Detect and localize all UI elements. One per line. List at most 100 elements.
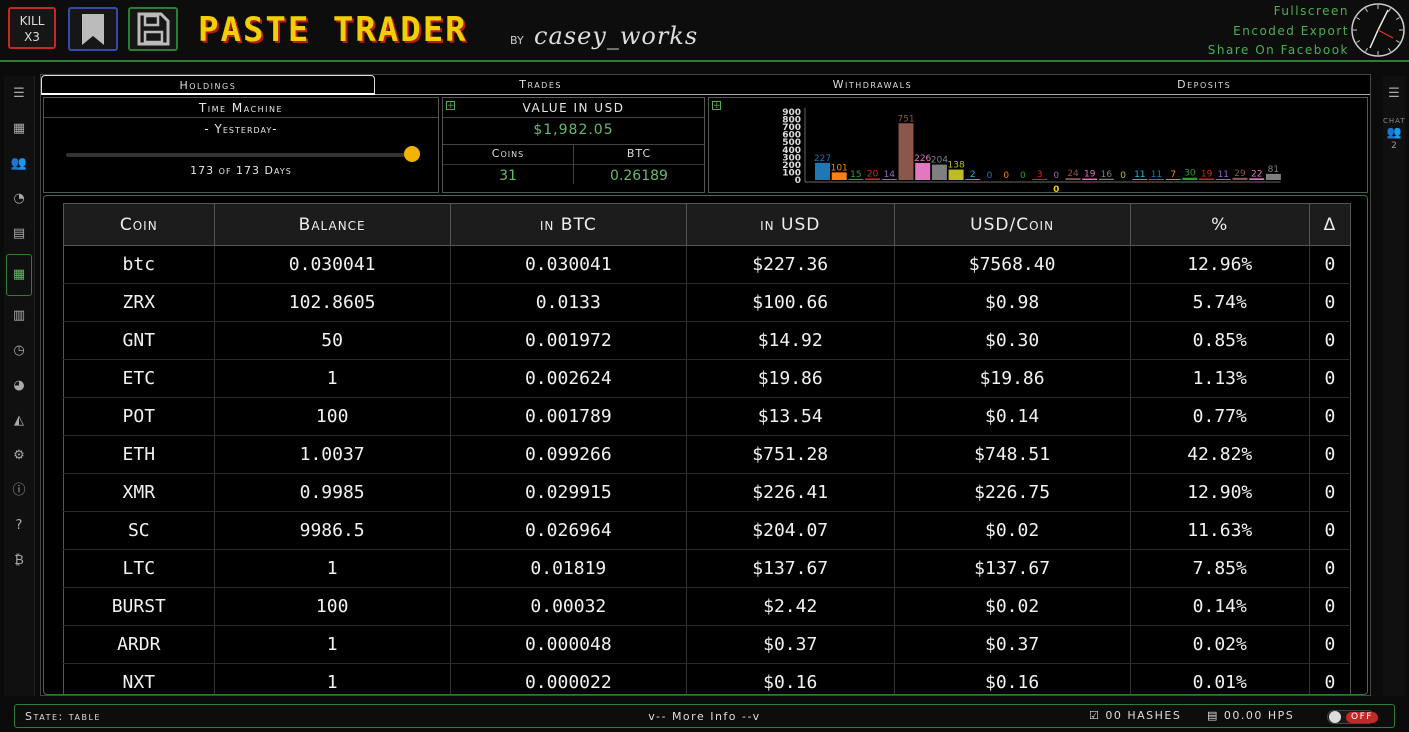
chart-bar[interactable]: [831, 172, 847, 180]
bar-value-label: 0: [1020, 171, 1026, 181]
info-icon[interactable]: ⓘ: [6, 476, 32, 506]
share-facebook-link[interactable]: Share On Facebook: [1208, 41, 1349, 61]
save-button[interactable]: [128, 7, 178, 51]
coins-cell: Coins 31: [443, 144, 573, 184]
pdf-icon[interactable]: ▤: [6, 219, 32, 249]
cell-balance: 0.9985: [213, 473, 451, 512]
table-row[interactable]: ZRX 102.8605 0.0133 $100.66 $0.98 5.74% 0: [63, 283, 1352, 322]
server-icon: ▤: [1207, 709, 1219, 722]
cell-in-btc: 0.000048: [449, 625, 687, 664]
col-in-btc[interactable]: in BTC: [449, 203, 687, 246]
time-slider-track[interactable]: [66, 153, 412, 157]
cell-coin: XMR: [63, 473, 215, 512]
col-balance[interactable]: Balance: [213, 203, 451, 246]
table-row[interactable]: ETC 1 0.002624 $19.86 $19.86 1.13% 0: [63, 359, 1352, 398]
below-axis-label: 0: [1053, 185, 1059, 192]
table-row[interactable]: POT 100 0.001789 $13.54 $0.14 0.77% 0: [63, 397, 1352, 436]
btc-label: BTC: [626, 147, 652, 160]
chat-users-icon[interactable]: 👥: [1383, 125, 1405, 139]
table-row[interactable]: ETH 1.0037 0.099266 $751.28 $748.51 42.82% 0: [63, 435, 1352, 474]
table-row[interactable]: SC 9986.5 0.026964 $204.07 $0.02 11.63% 0: [63, 511, 1352, 550]
cell-delta: 0: [1308, 663, 1352, 694]
chart-bar[interactable]: [815, 162, 830, 180]
cell-delta: 0: [1308, 359, 1352, 398]
history-icon[interactable]: ◷: [6, 336, 32, 366]
brand-by: BY: [510, 34, 524, 47]
expand-icon[interactable]: +: [446, 101, 455, 111]
menu-icon[interactable]: ☰: [6, 79, 32, 109]
bookmark-button[interactable]: [68, 7, 118, 51]
dashboard-icon[interactable]: ◔: [6, 184, 32, 214]
cell-balance: 100: [213, 587, 451, 626]
table-row[interactable]: btc 0.030041 0.030041 $227.36 $7568.40 12.96%…: [63, 245, 1352, 284]
table-icon[interactable]: ▦: [6, 254, 32, 296]
cell-in-usd: $13.54: [685, 397, 895, 436]
col-usd-per-coin[interactable]: USD/Coin: [893, 203, 1131, 246]
cell-in-usd: $751.28: [685, 435, 895, 474]
cell-balance: 1: [213, 625, 451, 664]
pie-chart-icon[interactable]: ◕: [6, 371, 32, 401]
tab-holdings[interactable]: Holdings: [41, 75, 375, 95]
bar-value-label: 11: [1151, 170, 1162, 180]
table-row[interactable]: GNT 50 0.001972 $14.92 $0.30 0.85% 0: [63, 321, 1352, 360]
table-row[interactable]: LTC 1 0.01819 $137.67 $137.67 7.85% 0: [63, 549, 1352, 588]
bar-value-label: 29: [1234, 169, 1246, 179]
cell-in-usd: $19.86: [685, 359, 895, 398]
col-delta[interactable]: Δ: [1308, 203, 1352, 246]
clock-icon: [1351, 3, 1405, 57]
col-coin[interactable]: Coin: [63, 203, 215, 246]
fullscreen-link[interactable]: Fullscreen: [1208, 2, 1349, 22]
status-bar: State: table v-- More Info --v ☑ 00 HASH…: [14, 704, 1395, 728]
bar-value-label: 16: [1101, 170, 1113, 180]
col-percent[interactable]: %: [1129, 203, 1310, 246]
table-row[interactable]: NXT 1 0.000022 $0.16 $0.16 0.01% 0: [63, 663, 1352, 694]
tab-trades[interactable]: Trades: [374, 75, 707, 95]
gears-icon[interactable]: ⚙: [6, 441, 32, 471]
cell-percent: 11.63%: [1129, 511, 1310, 550]
cell-in-btc: 0.001972: [449, 321, 687, 360]
cell-coin: ARDR: [63, 625, 215, 664]
cell-coin: ETH: [63, 435, 215, 474]
bar-chart-icon[interactable]: ▥: [6, 301, 32, 331]
chart-bar[interactable]: [898, 123, 914, 180]
tab-withdrawals[interactable]: Withdrawals: [706, 75, 1039, 95]
cell-in-usd: $227.36: [685, 245, 895, 284]
bookmark-icon: [82, 14, 104, 45]
encoded-export-link[interactable]: Encoded Export: [1208, 22, 1349, 42]
area-chart-icon[interactable]: ◭: [6, 406, 32, 436]
cell-coin: ZRX: [63, 283, 215, 322]
grid-icon[interactable]: ▦: [6, 114, 32, 144]
help-icon[interactable]: ?: [6, 511, 32, 541]
tab-deposits[interactable]: Deposits: [1038, 75, 1370, 95]
bitcoin-icon[interactable]: ₿: [6, 546, 32, 576]
time-machine-day: - Yesterday-: [204, 122, 278, 136]
chart-bar[interactable]: [915, 162, 931, 180]
cell-balance: 1: [213, 663, 451, 694]
btc-value: 0.26189: [574, 164, 704, 184]
kill-button[interactable]: KILL X3: [8, 7, 56, 49]
chart-bar[interactable]: [948, 169, 964, 180]
menu-icon-right[interactable]: ☰: [1385, 79, 1403, 109]
chart-bar[interactable]: [931, 164, 947, 180]
cell-in-btc: 0.099266: [449, 435, 687, 474]
table-row[interactable]: XMR 0.9985 0.029915 $226.41 $226.75 12.90% 0: [63, 473, 1352, 512]
cell-in-usd: $226.41: [685, 473, 895, 512]
table-row[interactable]: BURST 100 0.00032 $2.42 $0.02 0.14% 0: [63, 587, 1352, 626]
cell-usd-per-coin: $0.02: [893, 511, 1131, 550]
cell-in-usd: $137.67: [685, 549, 895, 588]
bar-value-label: 0: [1003, 171, 1009, 181]
col-in-usd[interactable]: in USD: [685, 203, 895, 246]
kill-label: KILL: [19, 14, 45, 28]
cell-delta: 0: [1308, 511, 1352, 550]
bar-value-label: 0: [987, 171, 993, 181]
cell-in-btc: 0.029915: [449, 473, 687, 512]
chart-panel: + 900 800 700 600 500 400 300 200 100 0 227 101 15 20…: [708, 97, 1368, 193]
users-icon[interactable]: 👥: [6, 149, 32, 179]
cell-in-btc: 0.001789: [449, 397, 687, 436]
cell-in-usd: $0.16: [685, 663, 895, 694]
table-row[interactable]: ARDR 1 0.000048 $0.37 $0.37 0.02% 0: [63, 625, 1352, 664]
miner-toggle[interactable]: OFF: [1327, 710, 1378, 724]
time-slider-thumb[interactable]: [404, 146, 420, 162]
more-info-toggle[interactable]: v-- More Info --v: [15, 710, 1394, 723]
table-header-row: Coin Balance in BTC in USD USD/Coin % Δ: [63, 203, 1352, 246]
